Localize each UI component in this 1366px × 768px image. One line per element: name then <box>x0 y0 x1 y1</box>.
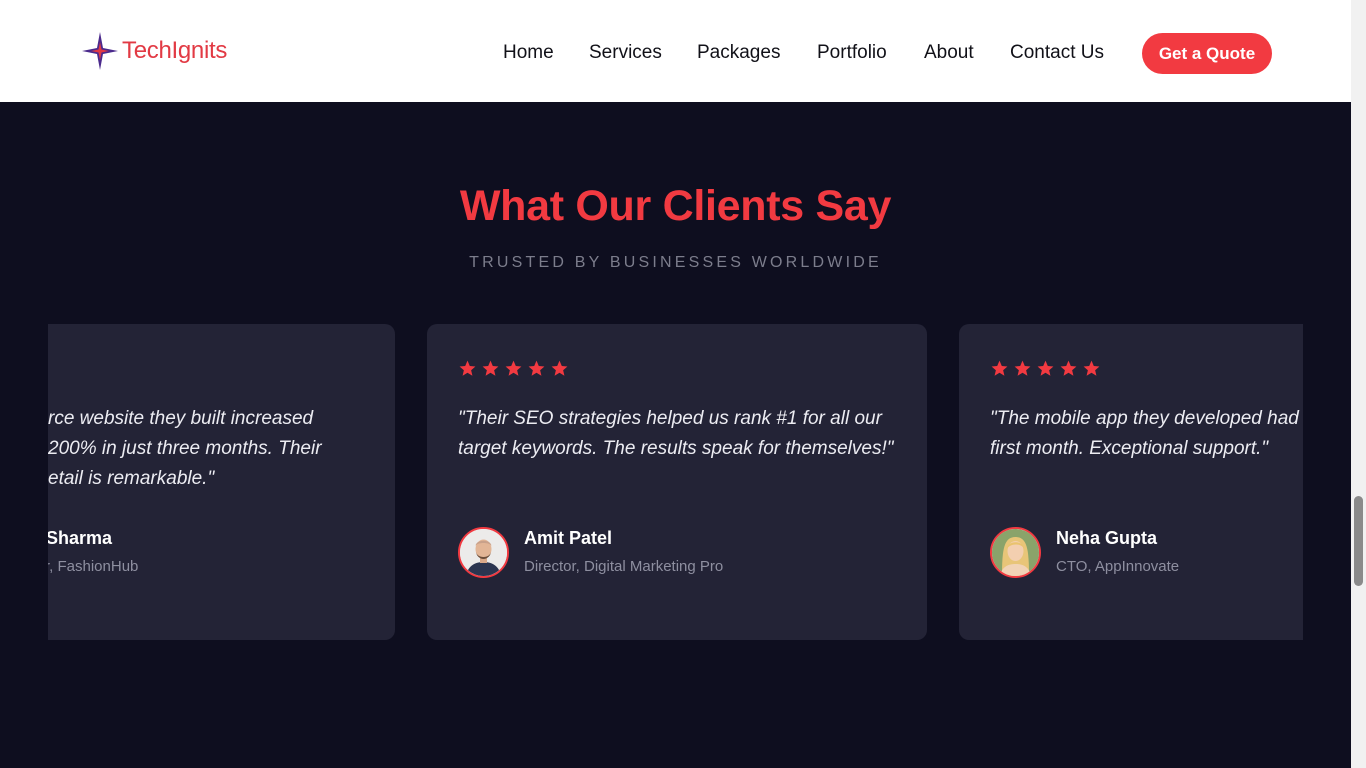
section-title: What Our Clients Say <box>459 182 892 230</box>
testimonials-carousel[interactable]: rce website they built increased 200% in… <box>48 324 1303 640</box>
star-icon <box>1014 360 1031 376</box>
scrollbar-thumb[interactable] <box>1354 496 1363 586</box>
testimonial-card: "Their SEO strategies helped us rank #1 … <box>427 324 927 640</box>
page-scrollbar[interactable] <box>1351 0 1366 768</box>
testimonial-quote: "Their SEO strategies helped us rank #1 … <box>458 408 894 459</box>
woman-avatar <box>990 527 1041 578</box>
nav-home[interactable]: Home <box>503 42 554 64</box>
star-icon <box>1083 360 1100 376</box>
testimonial-content: rce website they built increased 200% in… <box>48 324 395 640</box>
section-subtitle: TRUSTED BY BUSINESSES WORLDWIDE <box>469 254 882 271</box>
testimonial-quote: "The mobile app they developed had downl… <box>990 408 1303 459</box>
page: TechIgnits Home Services Packages Portfo… <box>0 0 1351 768</box>
site-header: TechIgnits Home Services Packages Portfo… <box>0 0 1351 102</box>
nav-contact-us[interactable]: Contact Us <box>1010 42 1104 64</box>
star-rating <box>458 359 569 378</box>
star-icon <box>459 360 476 376</box>
get-a-quote-button[interactable]: Get a Quote <box>1142 33 1272 74</box>
nav-about[interactable]: About <box>924 42 974 64</box>
star-icon <box>551 360 568 376</box>
nav-services[interactable]: Services <box>589 42 662 64</box>
star-icon <box>528 360 545 376</box>
man-avatar <box>458 527 509 578</box>
star-icon <box>991 360 1008 376</box>
testimonial-name: Amit Patel <box>524 528 613 548</box>
testimonial-card: rce website they built increased 200% in… <box>48 324 395 640</box>
nav-portfolio[interactable]: Portfolio <box>817 42 887 64</box>
testimonial-name: Neha Gupta <box>1056 528 1158 548</box>
star-icon <box>482 360 499 376</box>
testimonial-role: CTO, AppInnovate <box>1056 558 1180 575</box>
testimonial-role: r, FashionHub <box>48 558 139 575</box>
star-icon <box>1060 360 1077 376</box>
testimonial-card: "The mobile app they developed had downl… <box>959 324 1303 640</box>
star-rating <box>990 359 1101 378</box>
nav-packages[interactable]: Packages <box>697 42 780 64</box>
star-icon <box>505 360 522 376</box>
star-icon <box>1037 360 1054 376</box>
testimonial-role: Director, Digital Marketing Pro <box>524 558 724 575</box>
testimonial-name: Sharma <box>48 528 113 548</box>
